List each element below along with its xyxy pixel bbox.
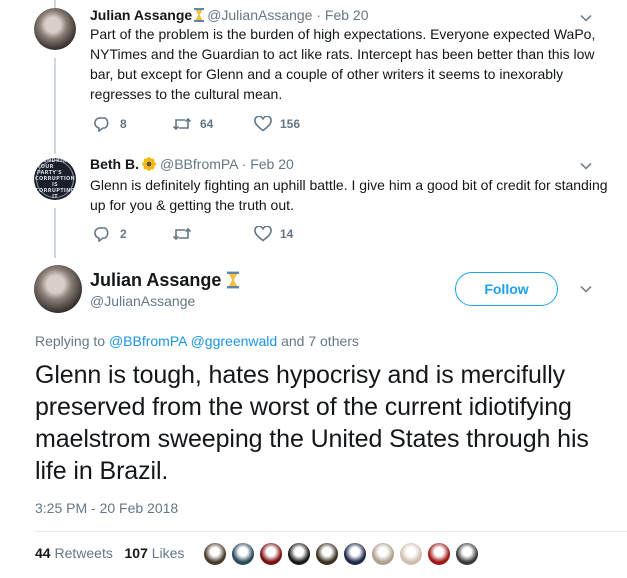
user-name[interactable]: Julian Assange: [90, 270, 221, 290]
liker-avatar[interactable]: [343, 542, 367, 566]
replying-to: Replying to @BBfromPA @ggreenwald and 7 …: [35, 333, 359, 349]
liker-avatar[interactable]: [259, 542, 283, 566]
liker-avatar[interactable]: [455, 542, 479, 566]
retweet-button[interactable]: 64: [172, 116, 213, 132]
chevron-down-icon[interactable]: [578, 281, 594, 297]
chevron-down-icon[interactable]: [578, 158, 594, 174]
tweet-header: Beth B. @BBfromPA · Feb 20: [90, 156, 294, 172]
separator-dot: ·: [241, 156, 247, 172]
avatar-text: IT: [52, 194, 58, 200]
tweet-date[interactable]: Feb 20: [325, 7, 369, 23]
separator-dot: ·: [316, 7, 322, 23]
user-name[interactable]: Beth B.: [90, 156, 139, 172]
like-icon: [254, 226, 272, 242]
retweet-button[interactable]: [172, 226, 200, 242]
tweet-beth[interactable]: SUNDRING YOUR PARTY'S CORRUPTION IS CORR…: [0, 150, 627, 260]
retweet-icon: [172, 117, 192, 131]
tweet-stats: 44 Retweets 107 Likes: [35, 545, 184, 561]
replying-prefix: Replying to: [35, 333, 106, 349]
avatar[interactable]: [34, 265, 82, 313]
avatar-text: YOUR PARTY'S: [37, 164, 62, 176]
tweet-header: Julian Assange @JulianAssange · Feb 20: [90, 7, 369, 23]
tweet-actions: 8 64 156: [90, 116, 490, 136]
avatar-badge: SUNDRING YOUR PARTY'S CORRUPTION IS CORR…: [35, 158, 75, 200]
sunflower-icon: [142, 157, 156, 171]
tweet-text: Glenn is definitely fighting an uphill b…: [90, 177, 608, 213]
user-handle[interactable]: @BBfromPA: [160, 156, 238, 172]
tweet-text: Part of the problem is the burden of hig…: [90, 26, 596, 102]
likes-label: Likes: [151, 545, 185, 561]
retweets-label: Retweets: [54, 545, 113, 561]
user-handle[interactable]: @JulianAssange: [207, 7, 312, 23]
hourglass-icon: [194, 8, 205, 22]
avatar[interactable]: [34, 8, 76, 50]
liker-avatar[interactable]: [399, 542, 423, 566]
like-button[interactable]: 156: [254, 116, 300, 132]
like-button[interactable]: 14: [254, 226, 293, 242]
main-tweet-text: Glenn is tough, hates hypocrisy and is m…: [35, 361, 589, 485]
like-icon: [254, 116, 272, 132]
divider: [35, 531, 627, 532]
retweets-stat[interactable]: 44 Retweets: [35, 545, 113, 561]
liker-avatar[interactable]: [371, 542, 395, 566]
replying-others-link[interactable]: and 7 others: [281, 333, 359, 349]
main-user-handle[interactable]: @JulianAssange: [90, 293, 195, 309]
liker-avatar[interactable]: [203, 542, 227, 566]
avatar[interactable]: SUNDRING YOUR PARTY'S CORRUPTION IS CORR…: [34, 158, 76, 200]
reply-count: 8: [120, 117, 127, 131]
retweets-count: 44: [35, 545, 51, 561]
replying-user-link[interactable]: @BBfromPA: [109, 333, 187, 349]
reply-button[interactable]: 8: [94, 116, 127, 132]
tweet-actions: 2 14: [90, 226, 490, 246]
tweet-julian-1[interactable]: Julian Assange @JulianAssange · Feb 20 Pa…: [0, 0, 627, 150]
tweet-timestamp[interactable]: 3:25 PM - 20 Feb 2018: [35, 500, 178, 516]
liker-avatar[interactable]: [287, 542, 311, 566]
tweet-date[interactable]: Feb 20: [250, 156, 294, 172]
user-name[interactable]: Julian Assange: [90, 7, 192, 23]
replying-user-link[interactable]: @ggreenwald: [191, 333, 278, 349]
main-user-name[interactable]: Julian Assange: [90, 270, 240, 291]
liker-avatar[interactable]: [315, 542, 339, 566]
follow-button[interactable]: Follow: [455, 272, 558, 306]
reply-icon: [94, 117, 109, 132]
liker-avatar[interactable]: [427, 542, 451, 566]
hourglass-icon: [227, 271, 240, 289]
retweet-count: 64: [200, 117, 214, 131]
likes-count: 107: [124, 545, 148, 561]
like-count: 14: [280, 227, 294, 241]
liker-avatar[interactable]: [231, 542, 255, 566]
likes-stat[interactable]: 107 Likes: [125, 545, 185, 561]
reply-button[interactable]: 2: [94, 226, 127, 242]
reply-count: 2: [120, 227, 127, 241]
retweet-icon: [172, 227, 192, 241]
liker-avatars: [203, 542, 479, 566]
reply-icon: [94, 227, 109, 242]
like-count: 156: [280, 117, 301, 131]
